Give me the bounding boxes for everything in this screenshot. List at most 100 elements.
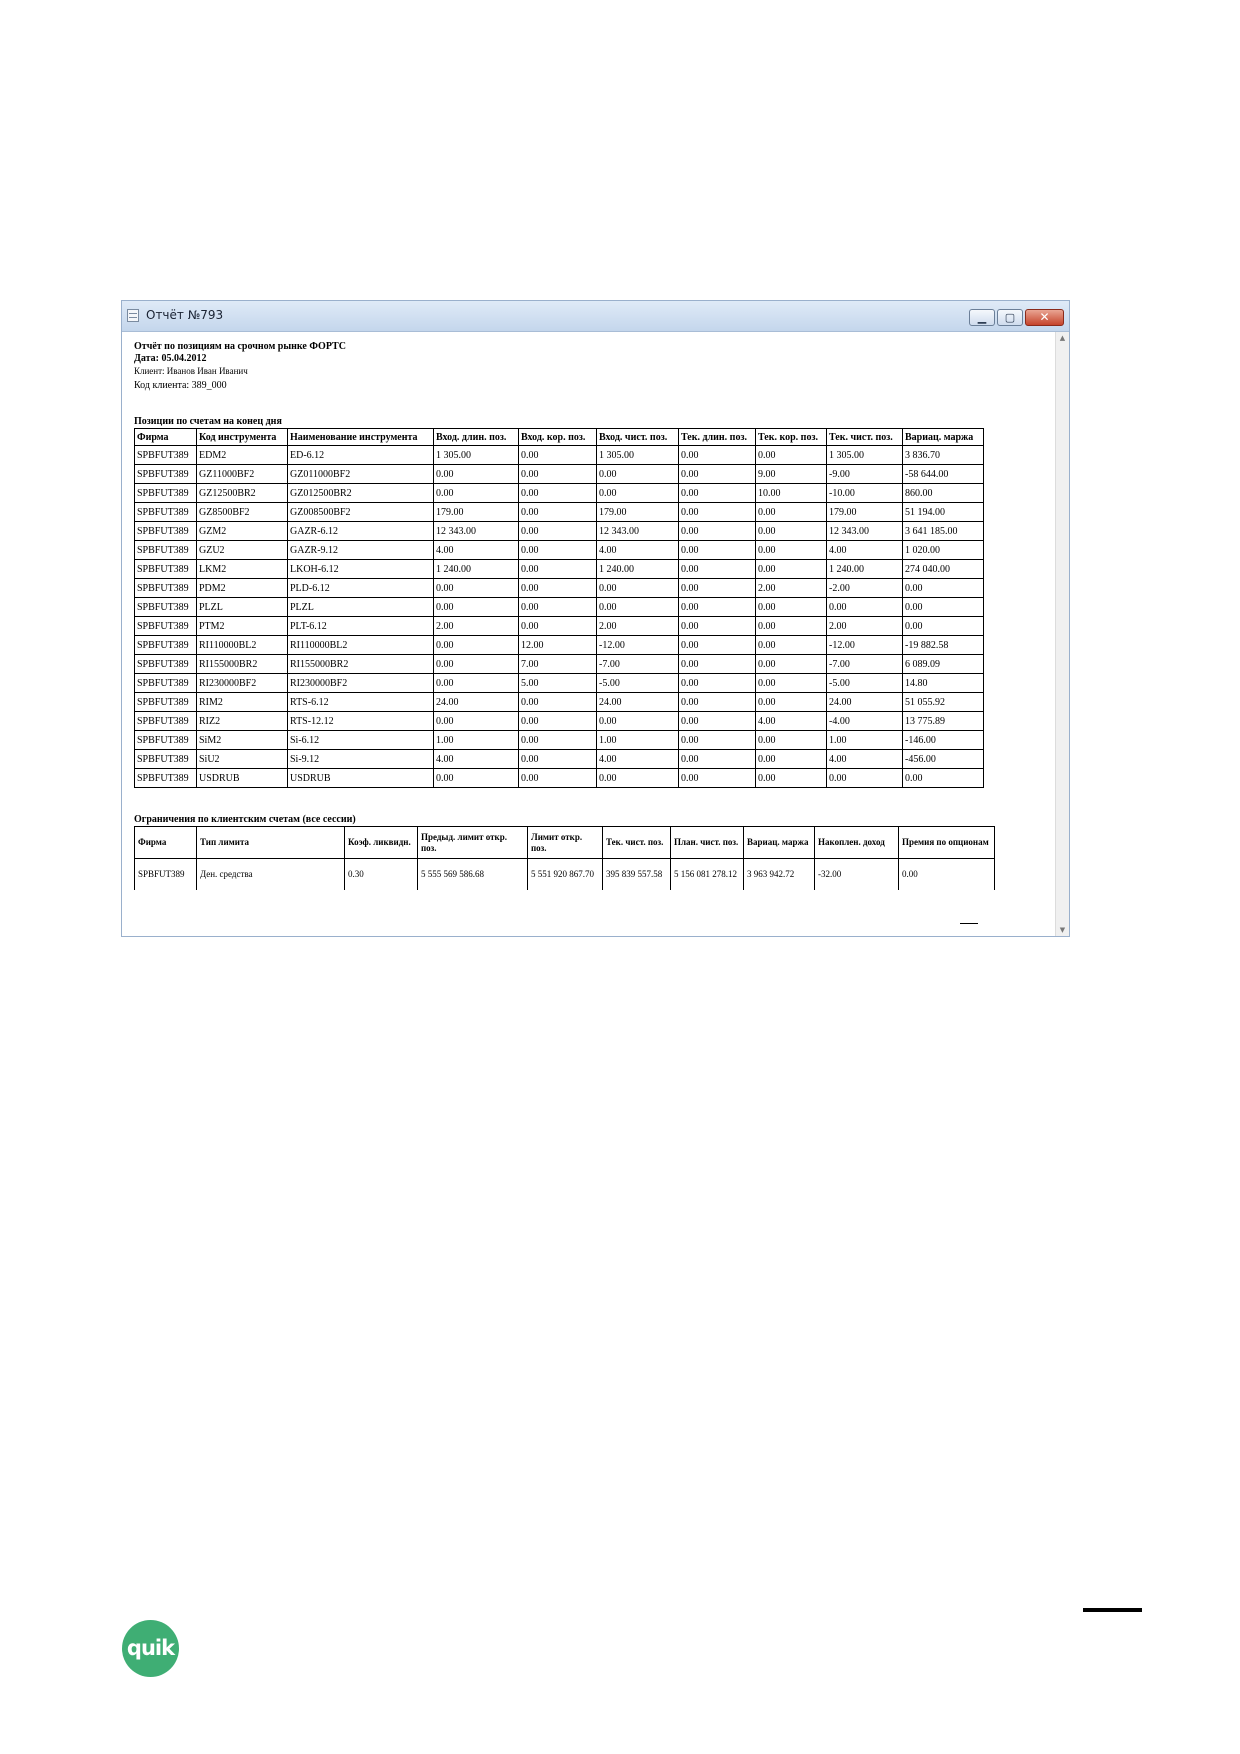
table-row[interactable]: SPBFUT389 RI155000BR2 RI155000BR2 0.00 7.00-…: [134, 654, 984, 674]
maximize-button[interactable]: ▢: [997, 309, 1023, 326]
table-cell: 0.00: [518, 559, 597, 579]
positions-header-row: Фирма Код инструмента Наименование инструм…: [134, 428, 984, 446]
table-cell: SPBFUT389: [134, 597, 197, 617]
table-cell: 0.00: [755, 559, 827, 579]
table-cell: GZ11000BF2: [196, 464, 288, 484]
table-cell: 0.00: [678, 597, 756, 617]
table-row[interactable]: SPBFUT389 RI110000BL2 RI110000BL2 0.00 12.00…: [134, 635, 984, 655]
table-cell: 0.00: [678, 521, 756, 541]
table-row[interactable]: SPBFUT389 GZM2 GAZR-6.12 12 343.00 0.00 12 34…: [134, 521, 984, 541]
table-row[interactable]: SPBFUT389 PTM2 PLT-6.12 2.00 0.00 2.00 0.00 0.0…: [134, 616, 984, 636]
table-cell: RI230000BF2: [196, 673, 288, 693]
table-row[interactable]: SPBFUT389 GZ11000BF2 GZ011000BF2 0.00 0.00 0.…: [134, 464, 984, 484]
table-cell: RI110000BL2: [196, 635, 288, 655]
table-cell: 0.00: [518, 464, 597, 484]
table-cell: 1 240.00: [596, 559, 679, 579]
table-cell: SPBFUT389: [134, 654, 197, 674]
report-content: Отчёт по позициям на срочном рынке ФОРТС…: [122, 332, 1055, 936]
table-row[interactable]: SPBFUT389 PLZL PLZL 0.00 0.00 0.00 0.00 0.00 0.0…: [134, 597, 984, 617]
table-row[interactable]: SPBFUT389 GZ12500BR2 GZ012500BR2 0.00 0.00 0.…: [134, 483, 984, 503]
table-cell: 0.00: [755, 692, 827, 712]
table-cell: -7.00: [596, 654, 679, 674]
table-cell: 0.00: [518, 768, 597, 788]
table-cell: 0.00: [518, 616, 597, 636]
table-cell: SPBFUT389: [134, 730, 197, 750]
table-cell: 3 836.70: [902, 445, 984, 465]
table-end-mark: [960, 923, 978, 924]
table-cell: 0.00: [596, 768, 679, 788]
table-cell: 12.00: [518, 635, 597, 655]
table-cell: 0.00: [755, 502, 827, 522]
table-row[interactable]: SPBFUT389 SiU2 Si-9.12 4.00 0.00 4.00 0.00 0.00…: [134, 749, 984, 769]
table-cell: 24.00: [826, 692, 903, 712]
table-cell: RI155000BR2: [196, 654, 288, 674]
table-row[interactable]: SPBFUT389 LKM2 LKOH-6.12 1 240.00 0.00 1 240.…: [134, 559, 984, 579]
limits-column-header: Фирма: [134, 826, 197, 859]
table-cell: 1.00: [433, 730, 519, 750]
limits-column-header: Премия по опционам: [898, 826, 995, 859]
table-cell: USDRUB: [196, 768, 288, 788]
table-row[interactable]: SPBFUT389 GZU2 GAZR-9.12 4.00 0.00 4.00 0.00 0.…: [134, 540, 984, 560]
table-cell: 5 551 920 867.70: [527, 858, 603, 890]
table-cell: 0.00: [596, 464, 679, 484]
table-cell: 51 194.00: [902, 502, 984, 522]
table-cell: 10.00: [755, 483, 827, 503]
table-row[interactable]: SPBFUT389 SiM2 Si-6.12 1.00 0.00 1.00 0.00 0.00…: [134, 730, 984, 750]
table-cell: 0.00: [596, 711, 679, 731]
table-cell: 0.00: [518, 730, 597, 750]
table-cell: 0.00: [826, 597, 903, 617]
table-cell: 0.00: [596, 578, 679, 598]
quik-logo: quik: [122, 1620, 179, 1677]
minimize-button[interactable]: ▁: [969, 309, 995, 326]
table-cell: 1.00: [826, 730, 903, 750]
positions-column-header: Вариац. маржа: [902, 428, 984, 446]
table-cell: RI155000BR2: [287, 654, 434, 674]
table-cell: GZ12500BR2: [196, 483, 288, 503]
positions-section-title: Позиции по счетам на конец дня: [134, 416, 282, 427]
report-client: Клиент: Иванов Иван Иванич: [134, 366, 248, 376]
table-cell: 2.00: [433, 616, 519, 636]
table-row[interactable]: SPBFUT389 Ден. средства 0.30 5 555 569 586.…: [134, 858, 995, 890]
table-cell: 5 555 569 586.68: [417, 858, 528, 890]
scroll-up-icon[interactable]: ▲: [1056, 332, 1069, 344]
table-cell: GZ8500BF2: [196, 502, 288, 522]
table-cell: RTS-12.12: [287, 711, 434, 731]
table-cell: SPBFUT389: [134, 711, 197, 731]
limits-column-header: План. чист. поз.: [670, 826, 744, 859]
table-cell: 0.00: [678, 673, 756, 693]
table-row[interactable]: SPBFUT389 EDM2 ED-6.12 1 305.00 0.00 1 305.00…: [134, 445, 984, 465]
scroll-down-icon[interactable]: ▼: [1056, 924, 1069, 936]
table-row[interactable]: SPBFUT389 PDM2 PLD-6.12 0.00 0.00 0.00 0.00 2.0…: [134, 578, 984, 598]
table-cell: 0.00: [755, 749, 827, 769]
table-cell: PDM2: [196, 578, 288, 598]
table-cell: GZU2: [196, 540, 288, 560]
vertical-scrollbar[interactable]: ▲ ▼: [1055, 332, 1069, 936]
table-cell: -12.00: [596, 635, 679, 655]
table-cell: -58 644.00: [902, 464, 984, 484]
table-cell: 24.00: [433, 692, 519, 712]
table-row[interactable]: SPBFUT389 USDRUB USDRUB 0.00 0.00 0.00 0.00 0.0…: [134, 768, 984, 788]
table-cell: 0.00: [678, 578, 756, 598]
table-cell: 12 343.00: [596, 521, 679, 541]
close-button[interactable]: ✕: [1025, 309, 1064, 326]
table-row[interactable]: SPBFUT389 RIZ2 RTS-12.12 0.00 0.00 0.00 0.00 4.…: [134, 711, 984, 731]
table-cell: SiU2: [196, 749, 288, 769]
limits-column-header: Коэф. ликвидн.: [344, 826, 418, 859]
table-cell: SPBFUT389: [134, 521, 197, 541]
table-row[interactable]: SPBFUT389 RIM2 RTS-6.12 24.00 0.00 24.00 0.00 0…: [134, 692, 984, 712]
positions-column-header: Тек. длин. поз.: [678, 428, 756, 446]
limits-column-header: Накоплен. доход: [814, 826, 899, 859]
table-cell: -2.00: [826, 578, 903, 598]
table-row[interactable]: SPBFUT389 GZ8500BF2 GZ008500BF2 179.00 0.00 1…: [134, 502, 984, 522]
table-cell: PTM2: [196, 616, 288, 636]
table-cell: SPBFUT389: [134, 559, 197, 579]
report-icon: [127, 309, 139, 322]
table-cell: -12.00: [826, 635, 903, 655]
table-row[interactable]: SPBFUT389 RI230000BF2 RI230000BF2 0.00 5.00-…: [134, 673, 984, 693]
table-cell: LKOH-6.12: [287, 559, 434, 579]
table-cell: SPBFUT389: [134, 502, 197, 522]
table-cell: 0.00: [433, 597, 519, 617]
window-titlebar[interactable]: Отчёт №793 ▁ ▢ ✕: [122, 301, 1069, 332]
table-cell: RI230000BF2: [287, 673, 434, 693]
table-cell: SPBFUT389: [134, 749, 197, 769]
